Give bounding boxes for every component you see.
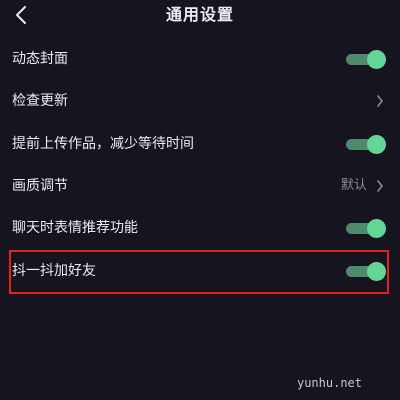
watermark: yunhu.net	[296, 376, 362, 390]
pre-upload-toggle[interactable]	[346, 135, 386, 154]
setting-row-emoji-recommend[interactable]: 聊天时表情推荐功能	[0, 208, 400, 250]
emoji-recommend-toggle[interactable]	[346, 219, 386, 238]
setting-label: 聊天时表情推荐功能	[12, 220, 138, 236]
setting-label: 抖一抖加好友	[12, 263, 96, 279]
setting-row-video-quality[interactable]: 画质调节 默认	[0, 166, 400, 208]
setting-label: 动态封面	[12, 51, 68, 67]
toggle-knob	[367, 135, 386, 154]
setting-row-check-update[interactable]: 检查更新	[0, 81, 400, 123]
setting-row-dynamic-cover[interactable]: 动态封面	[0, 39, 400, 81]
toggle-knob	[367, 262, 386, 281]
shake-add-friend-toggle[interactable]	[346, 262, 386, 281]
chevron-right-icon	[377, 95, 383, 107]
setting-label: 画质调节	[12, 178, 68, 194]
toggle-knob	[367, 219, 386, 238]
toggle-knob	[367, 50, 386, 69]
dynamic-cover-toggle[interactable]	[346, 50, 386, 69]
chevron-right-icon	[377, 180, 383, 192]
setting-label: 检查更新	[12, 93, 68, 109]
quality-value: 默认	[340, 178, 367, 193]
header-bar: 通用设置	[0, 0, 400, 32]
page-title: 通用设置	[165, 5, 234, 24]
setting-label: 提前上传作品，减少等待时间	[12, 136, 194, 152]
setting-row-pre-upload[interactable]: 提前上传作品，减少等待时间	[0, 124, 400, 166]
setting-row-shake-add-friend[interactable]: 抖一抖加好友	[0, 251, 400, 293]
